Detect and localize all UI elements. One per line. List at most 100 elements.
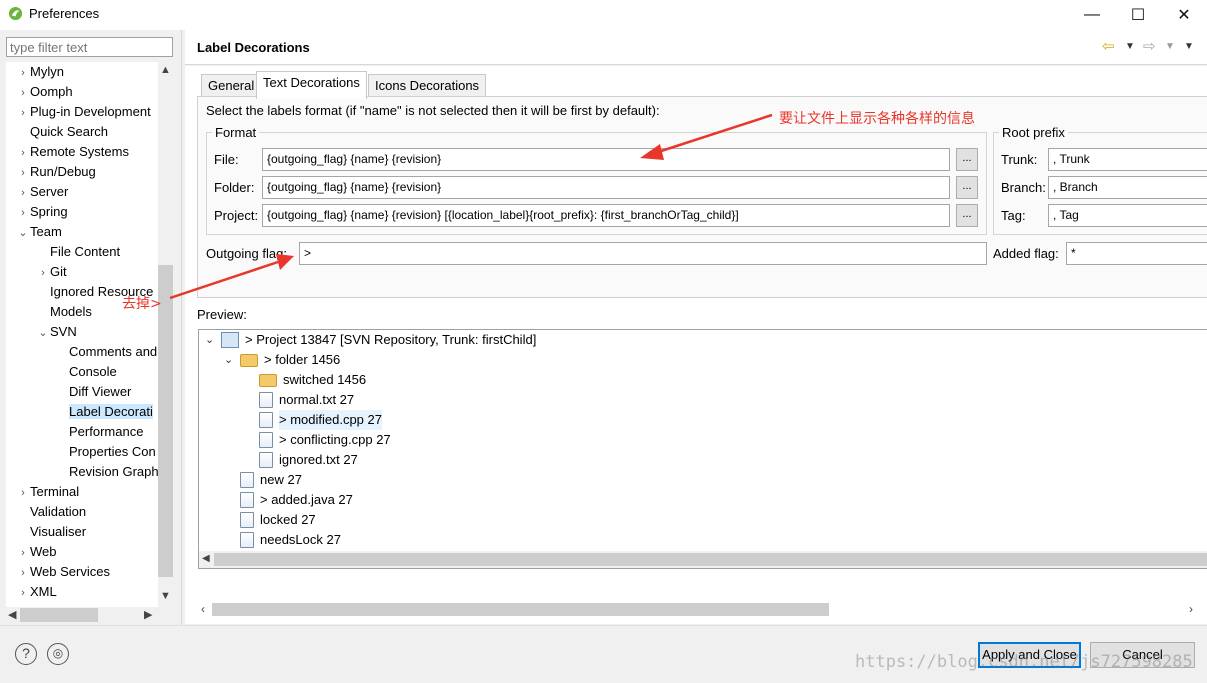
tree-item[interactable]: › Spring (16, 202, 67, 223)
import-export-icon[interactable]: ◎ (47, 643, 69, 665)
tree-horizontal-scroll-thumb[interactable] (20, 608, 98, 622)
tree-twisty-icon[interactable]: › (16, 83, 30, 103)
tree-item[interactable]: › Run/Debug (16, 162, 96, 182)
tree-item-label: Team (30, 224, 62, 239)
trunk-input[interactable]: , Trunk (1048, 148, 1207, 171)
file-icon (240, 512, 254, 528)
tree-twisty-icon[interactable]: › (16, 483, 30, 503)
tree-twisty-icon[interactable]: › (16, 163, 30, 183)
tree-item[interactable]: › Web (16, 542, 56, 563)
tree-item-label: Remote Systems (30, 144, 129, 159)
tree-item[interactable]: › Git (36, 262, 67, 283)
tree-twisty-icon[interactable]: › (16, 543, 30, 563)
tree-twisty-icon[interactable]: › (16, 103, 30, 123)
tree-item[interactable]: Console (55, 362, 117, 382)
folder-browse-button[interactable]: ... (956, 176, 978, 199)
filter-input[interactable] (6, 37, 173, 57)
forward-dropdown-icon[interactable]: ▼ (1165, 41, 1175, 52)
tree-item-label: Git (50, 264, 67, 279)
preview-item[interactable]: normal.txt 27 (259, 390, 354, 410)
forward-arrow-icon[interactable]: ⇨ (1143, 37, 1156, 55)
tree-item[interactable]: Quick Search (16, 122, 108, 142)
outgoing-flag-input[interactable]: > (299, 242, 987, 265)
preview-item-label: needsLock 27 (260, 532, 341, 547)
tree-twisty-icon[interactable]: › (16, 63, 30, 83)
preview-item[interactable]: ⌄ > Project 13847 [SVN Repository, Trunk:… (205, 330, 536, 350)
file-browse-button[interactable]: ... (956, 148, 978, 171)
project-browse-button[interactable]: ... (956, 204, 978, 227)
preview-item[interactable]: locked 27 (240, 510, 316, 530)
tree-item[interactable]: › Oomph (16, 82, 72, 103)
tree-item-label: Properties Con (69, 444, 156, 459)
tree-item[interactable]: ⌄ Team (16, 222, 62, 243)
tree-item-label: Console (69, 364, 117, 379)
back-arrow-icon[interactable]: ⇦ (1102, 37, 1115, 55)
tree-item[interactable]: › Plug-in Development (16, 102, 151, 122)
tree-item[interactable]: › Terminal (16, 482, 79, 502)
tree-twisty-icon[interactable]: › (16, 143, 30, 163)
preview-item[interactable]: ⌄ > folder 1456 (224, 350, 340, 370)
preview-item[interactable]: ignored.txt 27 (259, 450, 358, 470)
preview-horizontal-scroll-thumb[interactable] (214, 553, 1207, 566)
tree-twisty-icon[interactable]: › (16, 563, 30, 583)
tree-item[interactable]: Label Decorati (55, 402, 153, 422)
tab-general[interactable]: General (201, 74, 262, 98)
close-button[interactable]: ✕ (1161, 0, 1207, 30)
back-dropdown-icon[interactable]: ▼ (1125, 41, 1135, 52)
tree-item[interactable]: File Content (36, 242, 120, 262)
preview-item[interactable]: > added.java 27 (240, 490, 353, 510)
scroll-left-icon[interactable]: ◀ (8, 608, 16, 621)
tree-item[interactable]: › Mylyn (16, 62, 64, 82)
branch-input[interactable]: , Branch (1048, 176, 1207, 199)
added-flag-input[interactable]: * (1066, 242, 1207, 265)
preview-item[interactable]: > conflicting.cpp 27 (259, 430, 391, 450)
tree-twisty-icon[interactable]: › (16, 583, 30, 603)
page-scroll-right-icon[interactable]: › (1189, 602, 1193, 616)
expand-chevron-icon[interactable]: ⌄ (224, 350, 233, 370)
preview-item[interactable]: > modified.cpp 27 (259, 410, 382, 430)
tree-twisty-icon[interactable]: › (16, 203, 30, 223)
tree-item[interactable]: Diff Viewer (55, 382, 131, 402)
preview-item[interactable]: switched 1456 (259, 370, 366, 390)
view-menu-icon[interactable]: ▼ (1184, 41, 1194, 52)
page-horizontal-scroll-thumb[interactable] (212, 603, 829, 616)
preview-item[interactable]: needsLock 27 (240, 530, 341, 550)
scroll-down-icon[interactable]: ▼ (160, 590, 171, 602)
file-icon (259, 412, 273, 428)
tree-twisty-icon[interactable]: › (36, 263, 50, 283)
tree-item[interactable]: Visualiser (16, 522, 86, 542)
tree-item[interactable]: Validation (16, 502, 86, 522)
help-icon[interactable]: ? (15, 643, 37, 665)
scroll-up-icon[interactable]: ▲ (160, 64, 171, 76)
minimize-button[interactable]: — (1069, 0, 1115, 30)
tree-item[interactable]: Revision Graph (55, 462, 158, 482)
tree-item[interactable]: Models (36, 302, 92, 322)
tree-item[interactable]: Properties Con (55, 442, 156, 462)
expand-chevron-icon[interactable]: ⌄ (205, 330, 214, 350)
preview-item[interactable]: new 27 (240, 470, 302, 490)
tree-item[interactable]: › Web Services (16, 562, 110, 582)
tree-item[interactable]: › XML (16, 582, 57, 602)
tree-item[interactable]: Performance (55, 422, 143, 442)
tree-item-label: Label Decorati (69, 404, 153, 419)
tree-item[interactable]: › Server (16, 182, 68, 202)
tab-text-decorations[interactable]: Text Decorations (256, 71, 367, 99)
folder-format-input[interactable]: {outgoing_flag} {name} {revision} (262, 176, 950, 199)
tree-item[interactable]: ⌄ SVN (36, 322, 76, 343)
tree-item[interactable]: Comments and (55, 342, 157, 362)
file-format-input[interactable]: {outgoing_flag} {name} {revision} (262, 148, 950, 171)
page-scroll-left-icon[interactable]: ‹ (201, 602, 205, 616)
tree-twisty-icon[interactable]: ⌄ (36, 323, 50, 343)
project-format-input[interactable]: {outgoing_flag} {name} {revision} [{loca… (262, 204, 950, 227)
annotation-note-1: 要让文件上显示各种各样的信息 (779, 111, 975, 127)
tag-input[interactable]: , Tag (1048, 204, 1207, 227)
tab-icons-decorations[interactable]: Icons Decorations (368, 74, 487, 98)
scroll-right-icon[interactable]: ▶ (144, 608, 152, 621)
tree-twisty-icon[interactable]: › (16, 183, 30, 203)
maximize-button[interactable]: ☐ (1115, 0, 1161, 30)
file-icon (259, 392, 273, 408)
pane-divider[interactable] (181, 30, 182, 625)
tree-item[interactable]: › Remote Systems (16, 142, 129, 162)
tree-twisty-icon[interactable]: ⌄ (16, 223, 30, 243)
preview-scroll-left-icon[interactable]: ◀ (202, 553, 210, 564)
